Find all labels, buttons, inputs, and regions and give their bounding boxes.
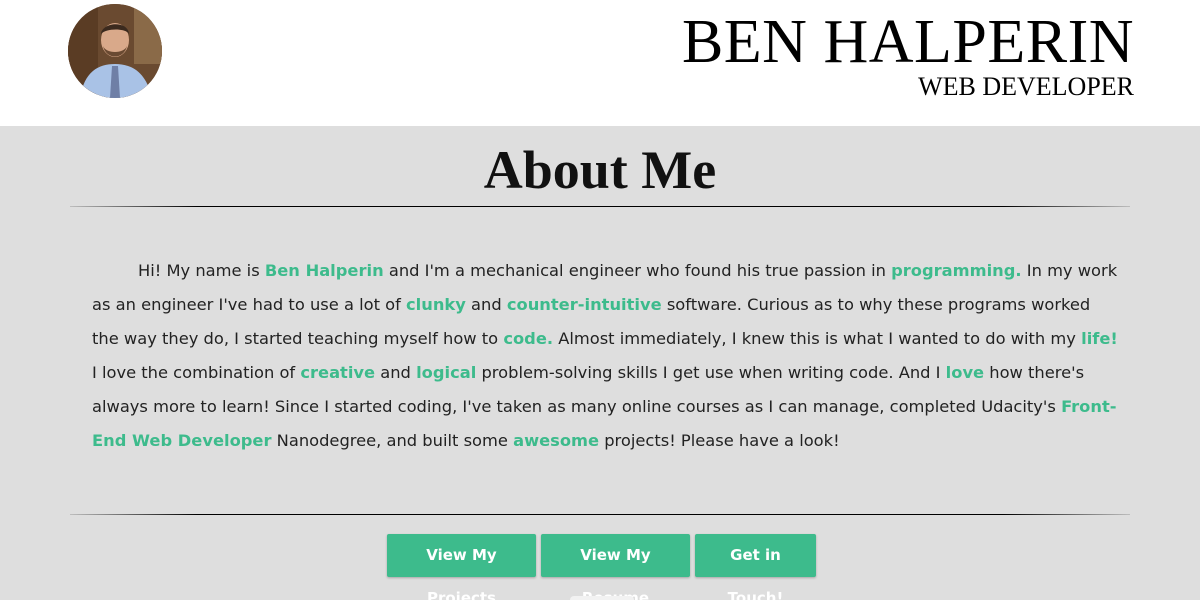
profile-photo-icon: [68, 4, 162, 98]
divider-bottom: [70, 514, 1130, 515]
about-text-segment: projects! Please have a look!: [599, 431, 840, 450]
about-text-segment: and: [465, 295, 507, 314]
about-text-segment: and I'm a mechanical engineer who found …: [383, 261, 892, 280]
about-text-segment: and: [375, 363, 417, 382]
about-paragraph: Hi! My name is Ben Halperin and I'm a me…: [92, 254, 1122, 458]
view-projects-button[interactable]: View My Projects: [387, 534, 536, 600]
highlighted-phrase: counter-intuitive: [506, 295, 662, 314]
action-buttons: View My Projects View My Resume Get in T…: [387, 534, 816, 600]
get-in-touch-button[interactable]: Get in Touch!: [695, 534, 816, 600]
about-text-segment: Almost immediately, I knew this is what …: [553, 329, 1082, 348]
about-text-segment: problem-solving skills I get use when wr…: [476, 363, 946, 382]
site-owner-name: BEN HALPERIN: [681, 8, 1134, 76]
highlighted-phrase: programming.: [891, 261, 1022, 280]
about-text-segment: I love the combination of: [92, 363, 301, 382]
highlighted-phrase: love: [945, 363, 985, 382]
site-subtitle: WEB DEVELOPER: [918, 72, 1134, 101]
highlighted-phrase: creative: [300, 363, 376, 382]
about-text-segment: Nanodegree, and built some: [271, 431, 514, 450]
site-header: BEN HALPERIN WEB DEVELOPER: [0, 0, 1200, 126]
divider-top: [70, 206, 1130, 207]
brand: BEN HALPERIN WEB DEVELOPER: [682, 10, 1134, 100]
about-section: About Me Hi! My name is Ben Halperin and…: [0, 126, 1200, 600]
avatar: [68, 4, 162, 98]
highlighted-phrase: logical: [416, 363, 477, 382]
highlighted-phrase: awesome: [513, 431, 600, 450]
highlighted-phrase: life!: [1081, 329, 1118, 348]
about-text-segment: Hi! My name is: [138, 261, 265, 280]
section-title: About Me: [483, 140, 717, 200]
highlighted-phrase: code.: [503, 329, 554, 348]
scroll-tab[interactable]: [570, 596, 634, 600]
highlighted-phrase: clunky: [406, 295, 466, 314]
view-resume-button[interactable]: View My Resume: [541, 534, 690, 600]
highlighted-phrase: Ben Halperin: [264, 261, 384, 280]
